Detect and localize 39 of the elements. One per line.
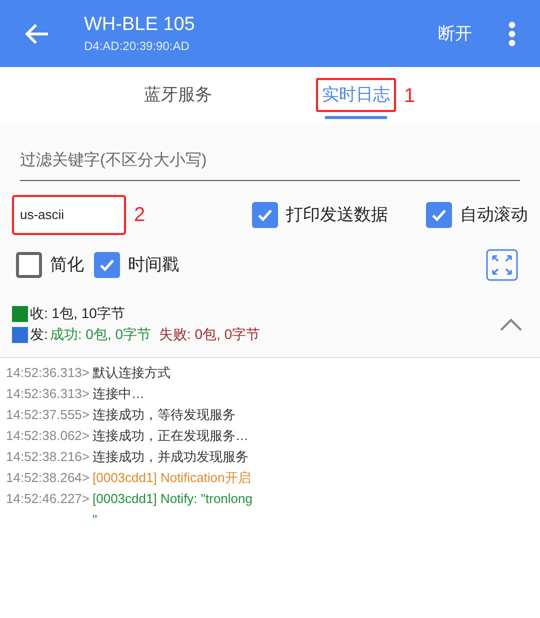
checkbox-label: 时间戳 <box>128 254 179 276</box>
sent-success: 成功: 0包, 0字节 <box>50 325 152 344</box>
log-timestamp: 14:52:46.227> <box>6 490 90 508</box>
more-menu-icon[interactable] <box>508 20 516 46</box>
log-message: 连接中… <box>92 385 144 403</box>
log-message: 连接成功，等待发现服务 <box>92 406 236 424</box>
back-arrow-icon[interactable] <box>24 22 50 44</box>
log-timestamp: 14:52:37.555> <box>6 406 90 424</box>
filter-field[interactable]: 过滤关键字(不区分大小写) <box>20 141 520 181</box>
tab[interactable]: 实时日志 <box>316 78 396 112</box>
checkbox-label: 打印发送数据 <box>286 204 388 226</box>
log-message: 连接成功，并成功发现服务 <box>92 448 248 466</box>
tab[interactable]: 蓝牙服务 <box>140 80 216 110</box>
encoding-field[interactable]: us-ascii <box>12 195 126 235</box>
checkbox[interactable] <box>426 202 452 228</box>
log-timestamp: 14:52:38.264> <box>6 469 90 487</box>
device-address: D4:AD:20:39:90:AD <box>84 38 190 54</box>
annotation-number: 2 <box>134 203 146 228</box>
checkbox[interactable] <box>94 252 120 278</box>
log-timestamp: 14:52:38.216> <box>6 448 90 466</box>
disconnect-button[interactable]: 断开 <box>438 20 472 46</box>
log-message: [0003cdd1] Notify: "tronlong " <box>92 490 252 529</box>
checkbox[interactable] <box>16 252 42 278</box>
checkbox[interactable] <box>252 202 278 228</box>
log-message: 连接成功，正在发现服务… <box>92 427 248 445</box>
sent-failure: 失败: 0包, 0字节 <box>159 325 260 344</box>
log-timestamp: 14:52:36.313> <box>6 385 90 403</box>
log-timestamp: 14:52:38.062> <box>6 427 90 445</box>
collapse-chevron-icon[interactable] <box>500 318 522 330</box>
log-timestamp: 14:52:36.313> <box>6 364 90 382</box>
received-stats: 收: 1包, 10字节 <box>30 304 125 323</box>
checkbox-label: 简化 <box>50 254 84 276</box>
log-message: 默认连接方式 <box>92 364 170 382</box>
sent-label: 发: <box>30 325 48 344</box>
fullscreen-icon[interactable] <box>486 249 518 281</box>
annotation-number: 1 <box>404 84 416 109</box>
device-name: WH-BLE 105 <box>84 12 195 36</box>
checkbox-label: 自动滚动 <box>460 204 528 226</box>
log-message: [0003cdd1] Notification开启 <box>92 469 251 487</box>
